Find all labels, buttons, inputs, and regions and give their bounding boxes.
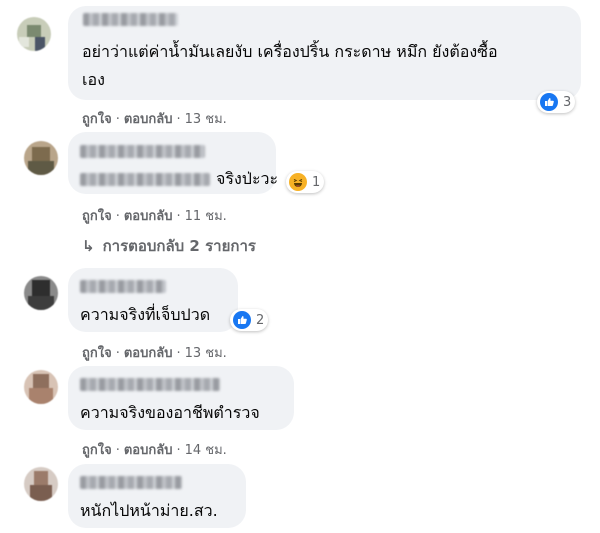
- timestamp[interactable]: 14 ชม.: [185, 443, 227, 458]
- commenter-name[interactable]: [83, 13, 178, 26]
- like-button[interactable]: ถูกใจ: [82, 443, 112, 458]
- like-icon: [540, 93, 558, 111]
- avatar[interactable]: [24, 276, 58, 310]
- comment-bubble: จริงป่ะวะ: [68, 132, 279, 194]
- reaction-summary[interactable]: 3: [537, 91, 576, 113]
- separator: ·: [115, 112, 120, 127]
- comment-text: ความจริงที่เจ็บปวด: [80, 305, 211, 324]
- comment-text: หนักไปหน้าม่าย.สว.: [80, 501, 218, 520]
- reply-button[interactable]: ตอบกลับ: [124, 112, 173, 127]
- separator: ·: [176, 443, 181, 458]
- reaction-summary[interactable]: 1: [286, 171, 325, 193]
- timestamp[interactable]: 13 ชม.: [185, 112, 227, 127]
- separator: ·: [115, 443, 120, 458]
- separator: ·: [115, 209, 120, 224]
- like-icon: [233, 311, 251, 329]
- comment-bubble: หนักไปหน้าม่าย.สว.: [68, 464, 246, 528]
- comment-actions: ถูกใจ · ตอบกลับ · 13 ชม.: [82, 342, 227, 363]
- avatar[interactable]: [24, 467, 58, 501]
- commenter-name[interactable]: [80, 378, 220, 391]
- reaction-count: 2: [256, 312, 265, 328]
- reply-arrow-icon: ↳: [82, 237, 95, 255]
- commenter-name[interactable]: [80, 476, 182, 489]
- view-replies-link[interactable]: ↳ การตอบกลับ 2 รายการ: [82, 234, 256, 258]
- comment-text: เอง: [82, 70, 105, 89]
- comment-actions: ถูกใจ · ตอบกลับ · 13 ชม.: [82, 108, 227, 129]
- reaction-count: 3: [563, 94, 572, 110]
- reply-button[interactable]: ตอบกลับ: [124, 346, 173, 361]
- comment-bubble: ความจริงที่เจ็บปวด: [68, 268, 238, 332]
- separator: ·: [115, 346, 120, 361]
- like-button[interactable]: ถูกใจ: [82, 346, 112, 361]
- reply-button[interactable]: ตอบกลับ: [124, 443, 173, 458]
- commenter-name[interactable]: [80, 145, 205, 158]
- comment-text: ความจริงของอาชีพตำรวจ: [80, 403, 260, 422]
- separator: ·: [176, 209, 181, 224]
- like-button[interactable]: ถูกใจ: [82, 112, 112, 127]
- commenter-name[interactable]: [80, 280, 166, 293]
- replies-label: การตอบกลับ 2 รายการ: [102, 237, 256, 255]
- timestamp[interactable]: 13 ชม.: [185, 346, 227, 361]
- avatar[interactable]: [24, 141, 58, 175]
- reaction-summary[interactable]: 2: [230, 309, 269, 331]
- comment-text: จริงป่ะวะ: [216, 169, 279, 188]
- comment-actions: ถูกใจ · ตอบกลับ · 11 ชม.: [82, 205, 227, 226]
- comment-text: อย่าว่าแต่ค่าน้ำมันเลยงับ เครื่องปริ้น ก…: [82, 42, 498, 61]
- separator: ·: [176, 112, 181, 127]
- haha-icon: [289, 173, 307, 191]
- blurred-text: [80, 173, 210, 186]
- comment-bubble: ความจริงของอาชีพตำรวจ: [68, 366, 294, 430]
- comment-actions: ถูกใจ · ตอบกลับ · 14 ชม.: [82, 439, 227, 460]
- avatar[interactable]: [17, 17, 51, 51]
- like-button[interactable]: ถูกใจ: [82, 209, 112, 224]
- comment-bubble: อย่าว่าแต่ค่าน้ำมันเลยงับ เครื่องปริ้น ก…: [68, 6, 581, 100]
- reply-button[interactable]: ตอบกลับ: [124, 209, 173, 224]
- separator: ·: [176, 346, 181, 361]
- reaction-count: 1: [312, 174, 321, 190]
- timestamp[interactable]: 11 ชม.: [185, 209, 227, 224]
- avatar[interactable]: [24, 370, 58, 404]
